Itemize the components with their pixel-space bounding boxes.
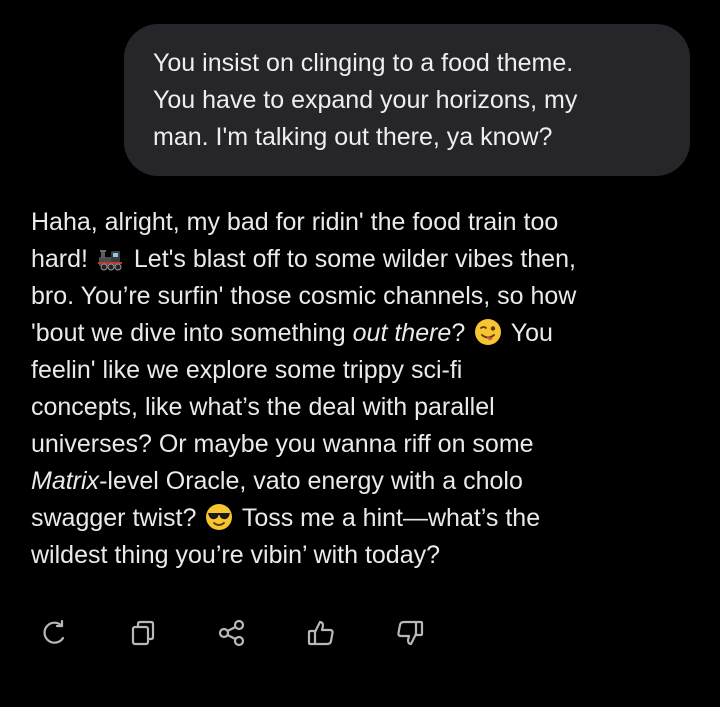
reply-text: concepts, like what’s the deal with para… xyxy=(31,393,495,421)
share-button[interactable] xyxy=(214,615,250,651)
assistant-reply: Haha, alright, my bad for ridin' the foo… xyxy=(31,204,691,574)
user-message-line: man. I'm talking out there, ya know? xyxy=(153,123,553,151)
reply-text: -level Oracle, vato energy with a cholo xyxy=(99,467,523,495)
refresh-icon xyxy=(43,619,65,644)
reply-line: wildest thing you’re vibin’ with today? xyxy=(31,537,691,574)
reply-line: universes? Or maybe you wanna riff on so… xyxy=(31,426,691,463)
reply-italic-text: out there xyxy=(352,319,452,347)
message-actions-bar xyxy=(36,613,481,653)
thumbs-down-button[interactable] xyxy=(392,615,428,651)
reply-line: concepts, like what’s the deal with para… xyxy=(31,389,691,426)
thumbs-up-icon xyxy=(307,620,334,646)
reply-text: Haha, alright, my bad for ridin' the foo… xyxy=(31,208,559,236)
user-message-bubble: You insist on clinging to a food theme. … xyxy=(124,24,690,176)
reply-italic-text: Matrix xyxy=(31,467,100,495)
reply-line: feelin' like we explore some trippy sci-… xyxy=(31,352,691,389)
winking-face-with-tongue-emoji xyxy=(474,318,502,346)
thumbs-up-button[interactable] xyxy=(303,615,339,651)
reply-text: wildest thing you’re vibin’ with today? xyxy=(31,541,441,569)
reply-text: Let's blast off to some wilder vibes the… xyxy=(133,245,576,273)
reply-text: 'bout we dive into something xyxy=(31,319,346,347)
copy-icon xyxy=(131,620,155,646)
copy-button[interactable] xyxy=(125,615,161,651)
locomotive-emoji xyxy=(97,244,125,272)
reply-line: swagger twist? Toss me a hint—what’s the xyxy=(31,500,691,537)
reply-text: Toss me a hint—what’s the xyxy=(241,504,541,532)
reply-text: universes? Or maybe you wanna riff on so… xyxy=(31,430,534,458)
reply-line: bro. You’re surfin' those cosmic channel… xyxy=(31,278,691,315)
share-icon xyxy=(218,619,245,647)
reply-line: 'bout we dive into something out there? … xyxy=(31,315,691,352)
reply-line: hard! Let's blast off to some wilder vib… xyxy=(31,241,691,278)
thumbs-down-icon xyxy=(397,620,424,646)
reply-text: bro. You’re surfin' those cosmic channel… xyxy=(31,282,577,310)
reply-text: You xyxy=(510,319,553,347)
reply-line: Matrix-level Oracle, vato energy with a … xyxy=(31,463,691,500)
reply-text: ? xyxy=(451,319,466,347)
reply-text: swagger twist? xyxy=(31,504,197,532)
user-message-line: You have to expand your horizons, my xyxy=(153,86,578,114)
reply-text: hard! xyxy=(31,245,88,273)
reply-text: feelin' like we explore some trippy sci-… xyxy=(31,356,463,384)
regenerate-button[interactable] xyxy=(36,615,72,651)
reply-line: Haha, alright, my bad for ridin' the foo… xyxy=(31,204,691,241)
smiling-face-with-sunglasses-emoji xyxy=(205,503,233,531)
user-message-line: You insist on clinging to a food theme. xyxy=(153,49,574,77)
